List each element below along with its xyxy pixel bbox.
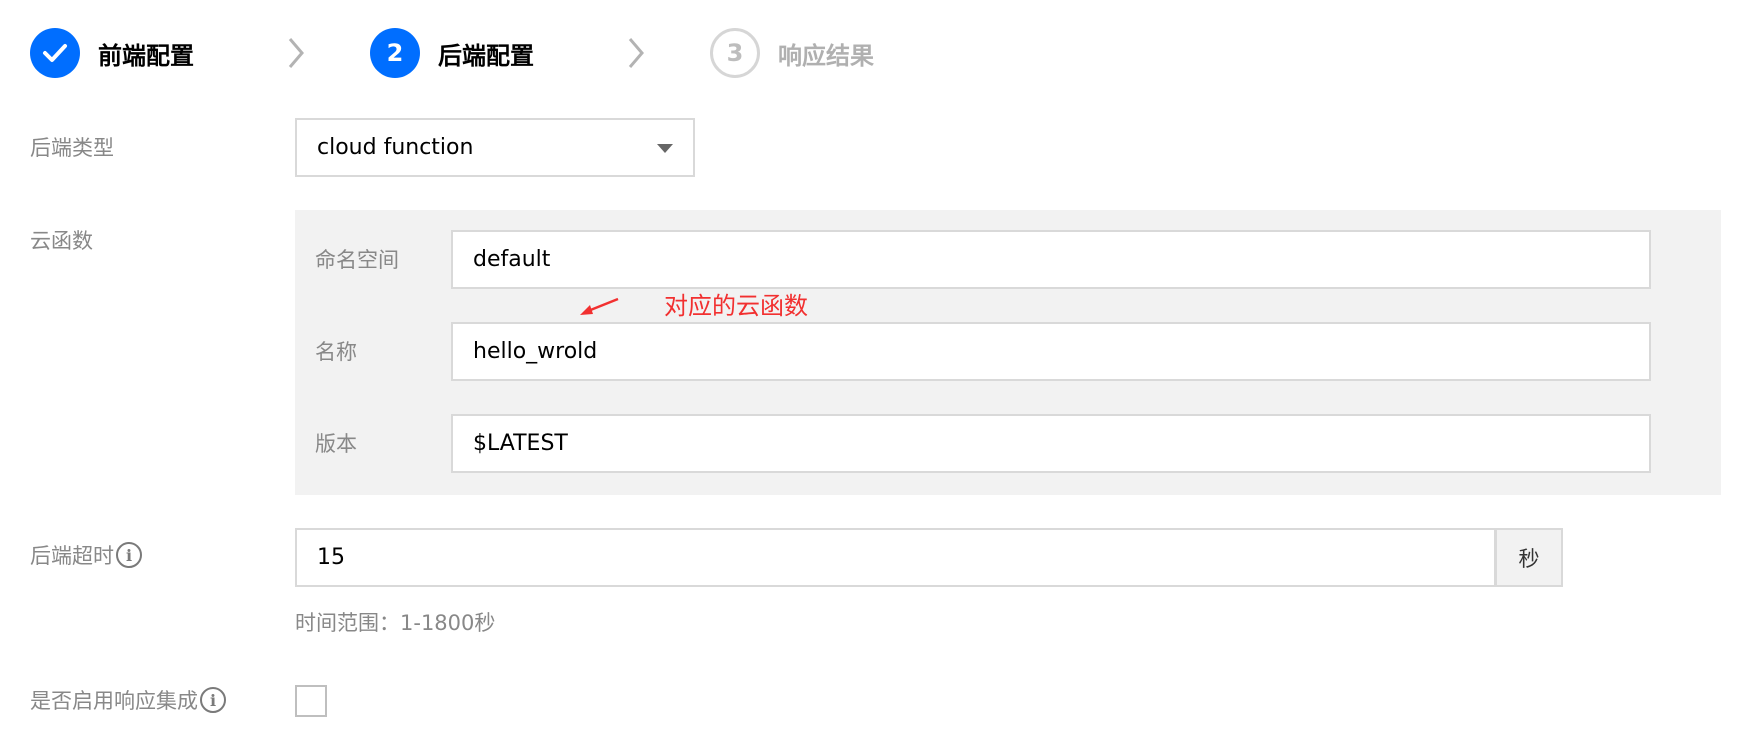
step-3-label: 响应结果 [778, 41, 874, 70]
check-icon [30, 28, 80, 78]
step-2-number: 2 [370, 28, 420, 78]
version-label: 版本 [315, 432, 357, 456]
response-integration-label: 是否启用响应集成 i [30, 685, 226, 715]
timeout-input[interactable]: 15 [295, 528, 1496, 587]
timeout-label-text: 后端超时 [30, 544, 114, 568]
step-2: 2 后端配置 [370, 28, 534, 78]
step-2-label: 后端配置 [438, 41, 534, 70]
api-backend-config-page: 前端配置 2 后端配置 3 响应结果 后端类型 cloud function 云… [0, 0, 1748, 742]
response-integration-label-text: 是否启用响应集成 [30, 689, 198, 713]
version-input[interactable]: $LATEST [451, 414, 1651, 473]
backend-type-value: cloud function [317, 135, 474, 160]
annotation-arrow-icon [580, 297, 619, 315]
chevron-right-icon [288, 38, 304, 68]
annotation-text: 对应的云函数 [664, 292, 808, 320]
timeout-unit: 秒 [1495, 528, 1563, 587]
cloud-function-panel: 命名空间 default 名称 hello_wrold 版本 $LATEST [295, 210, 1721, 495]
cloud-function-label: 云函数 [30, 229, 93, 253]
function-name-input[interactable]: hello_wrold [451, 322, 1651, 381]
response-integration-checkbox[interactable] [295, 685, 327, 717]
step-1-label: 前端配置 [98, 41, 194, 70]
step-3-number: 3 [710, 28, 760, 78]
chevron-right-icon [628, 38, 644, 68]
timeout-value: 15 [317, 545, 345, 570]
namespace-value: default [473, 247, 551, 272]
info-icon[interactable]: i [116, 542, 142, 568]
step-1: 前端配置 [30, 28, 194, 78]
function-name-value: hello_wrold [473, 339, 598, 364]
caret-down-icon [657, 144, 673, 153]
info-icon[interactable]: i [200, 687, 226, 713]
timeout-hint: 时间范围：1-1800秒 [295, 611, 496, 635]
backend-type-select[interactable]: cloud function [295, 118, 695, 177]
timeout-label: 后端超时 i [30, 540, 142, 570]
version-value: $LATEST [473, 431, 568, 456]
function-name-label: 名称 [315, 340, 357, 364]
namespace-input[interactable]: default [451, 230, 1651, 289]
backend-type-label: 后端类型 [30, 136, 114, 160]
namespace-label: 命名空间 [315, 248, 399, 272]
step-3: 3 响应结果 [710, 28, 874, 78]
